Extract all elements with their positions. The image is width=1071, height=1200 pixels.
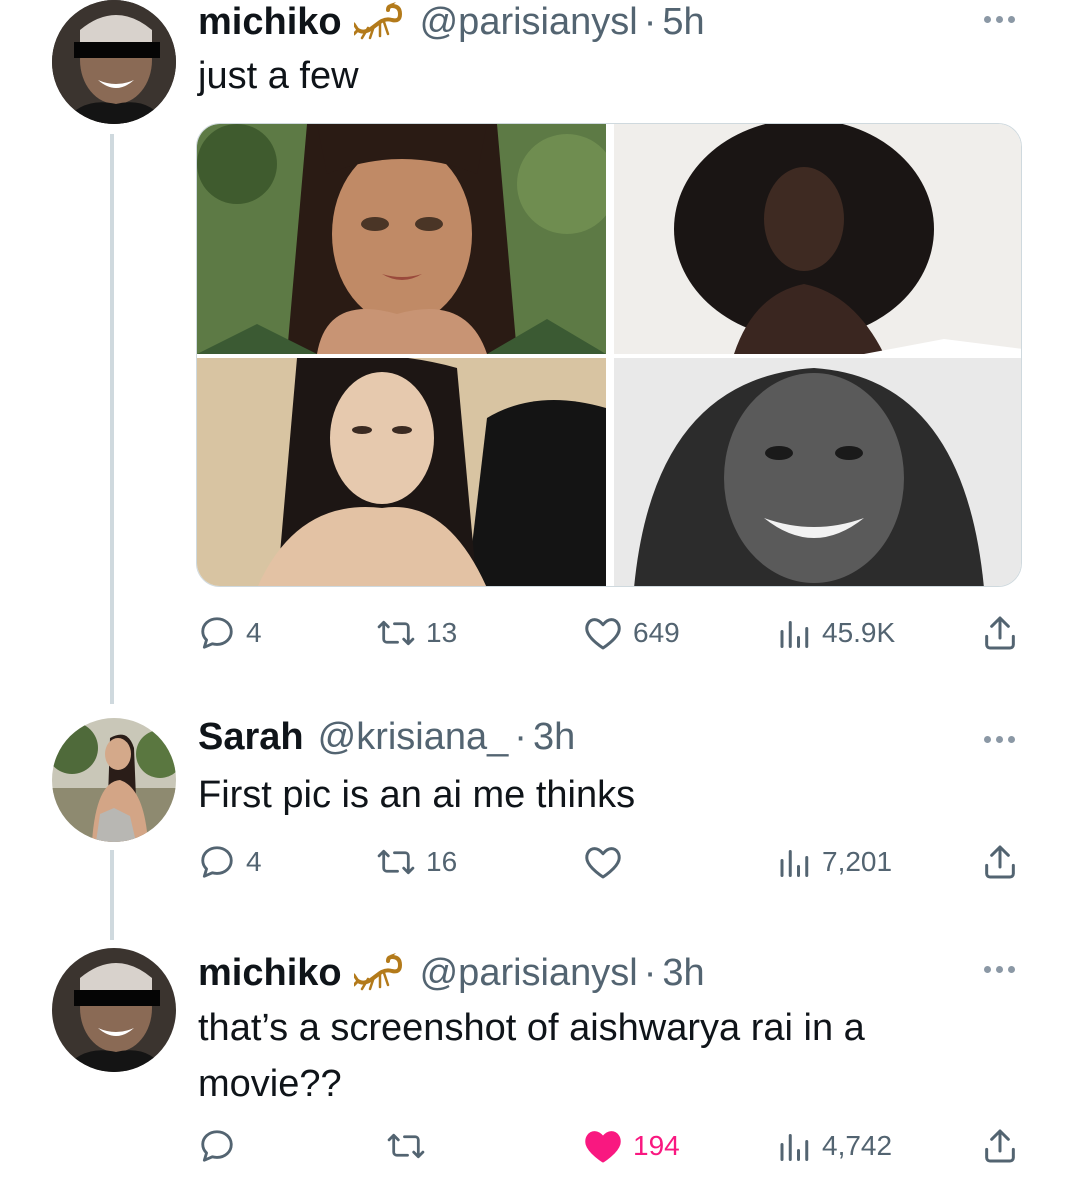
like-button[interactable]: 194 bbox=[583, 1121, 680, 1171]
media-photo[interactable] bbox=[197, 358, 606, 586]
media-grid bbox=[196, 123, 1022, 587]
analytics-icon bbox=[780, 621, 809, 648]
tweet-text: First pic is an ai me thinks bbox=[198, 774, 636, 816]
repost-icon bbox=[387, 1133, 425, 1159]
action-bar: 4 13 649 45.9K bbox=[198, 608, 1024, 658]
like-count: 649 bbox=[633, 617, 680, 648]
handle[interactable]: @parisianysl bbox=[420, 1, 638, 44]
avatar[interactable] bbox=[52, 948, 176, 1072]
heart-icon bbox=[585, 847, 621, 879]
display-name[interactable]: michiko bbox=[198, 952, 342, 995]
tweet-text: just a few bbox=[198, 55, 359, 97]
repost-button[interactable]: 13 bbox=[376, 608, 457, 658]
like-button[interactable] bbox=[583, 837, 633, 887]
repost-icon bbox=[377, 620, 415, 646]
tweet[interactable]: michiko @parisianysl · 3h that’s a scree… bbox=[0, 945, 1071, 1200]
share-icon bbox=[985, 616, 1015, 650]
views-button[interactable]: 7,201 bbox=[776, 837, 892, 887]
more-options-icon[interactable] bbox=[984, 966, 1015, 973]
scorpion-icon bbox=[352, 0, 406, 40]
timestamp[interactable]: 3h bbox=[662, 952, 704, 995]
reply-button[interactable] bbox=[198, 1121, 236, 1171]
share-button[interactable] bbox=[980, 837, 1020, 887]
action-bar: 4 16 7,201 bbox=[198, 837, 1024, 887]
handle[interactable]: @parisianysl bbox=[420, 952, 638, 995]
reply-count: 4 bbox=[246, 846, 262, 877]
analytics-icon bbox=[780, 850, 809, 877]
view-count: 4,742 bbox=[822, 1130, 893, 1161]
like-count: 194 bbox=[633, 1130, 680, 1161]
handle[interactable]: @krisiana_ bbox=[318, 716, 509, 759]
reply-icon bbox=[201, 846, 233, 878]
reply-icon bbox=[201, 617, 233, 649]
media-photo[interactable] bbox=[197, 124, 606, 354]
views-button[interactable]: 4,742 bbox=[776, 1121, 892, 1171]
separator: · bbox=[643, 1, 657, 43]
avatar[interactable] bbox=[52, 0, 176, 124]
more-options-icon[interactable] bbox=[984, 16, 1015, 23]
tweet-text: that’s a screenshot of aishwarya rai in … bbox=[198, 1007, 865, 1105]
reply-button[interactable]: 4 bbox=[198, 608, 262, 658]
share-icon bbox=[985, 845, 1015, 879]
tweet-header: michiko @parisianysl · 5h bbox=[198, 0, 705, 44]
heart-icon bbox=[585, 618, 621, 650]
analytics-icon bbox=[780, 1134, 809, 1161]
views-button[interactable]: 45.9K bbox=[776, 608, 895, 658]
tweet-header: michiko @parisianysl · 3h bbox=[198, 945, 705, 995]
more-options-icon[interactable] bbox=[984, 736, 1015, 743]
display-name[interactable]: Sarah bbox=[198, 716, 304, 759]
share-icon bbox=[985, 1129, 1015, 1163]
timestamp[interactable]: 5h bbox=[662, 1, 704, 44]
tweet-header: Sarah @krisiana_ · 3h bbox=[198, 716, 575, 759]
heart-filled-icon bbox=[585, 1131, 621, 1163]
media-photo[interactable] bbox=[614, 358, 1021, 586]
reply-button[interactable]: 4 bbox=[198, 837, 262, 887]
scorpion-icon bbox=[352, 951, 406, 991]
display-name[interactable]: michiko bbox=[198, 1, 342, 44]
media-photo[interactable] bbox=[614, 124, 1021, 354]
view-count: 7,201 bbox=[822, 846, 893, 877]
tweet[interactable]: Sarah @krisiana_ · 3h First pic is an ai… bbox=[0, 715, 1071, 915]
share-button[interactable] bbox=[980, 1121, 1020, 1171]
action-bar: 194 4,742 bbox=[198, 1121, 1024, 1171]
separator: · bbox=[514, 716, 527, 758]
repost-count: 16 bbox=[426, 846, 458, 877]
repost-count: 13 bbox=[426, 617, 458, 648]
repost-button[interactable] bbox=[386, 1121, 426, 1171]
share-button[interactable] bbox=[980, 608, 1020, 658]
tweet[interactable]: michiko @parisianysl · 5h just a few 4 1… bbox=[0, 0, 1071, 690]
timestamp[interactable]: 3h bbox=[533, 716, 575, 759]
like-button[interactable]: 649 bbox=[583, 608, 680, 658]
view-count: 45.9K bbox=[822, 617, 896, 648]
reply-icon bbox=[201, 1130, 233, 1162]
separator: · bbox=[643, 952, 657, 994]
repost-icon bbox=[377, 849, 415, 875]
avatar[interactable] bbox=[52, 718, 176, 842]
repost-button[interactable]: 16 bbox=[376, 837, 457, 887]
reply-count: 4 bbox=[246, 617, 262, 648]
